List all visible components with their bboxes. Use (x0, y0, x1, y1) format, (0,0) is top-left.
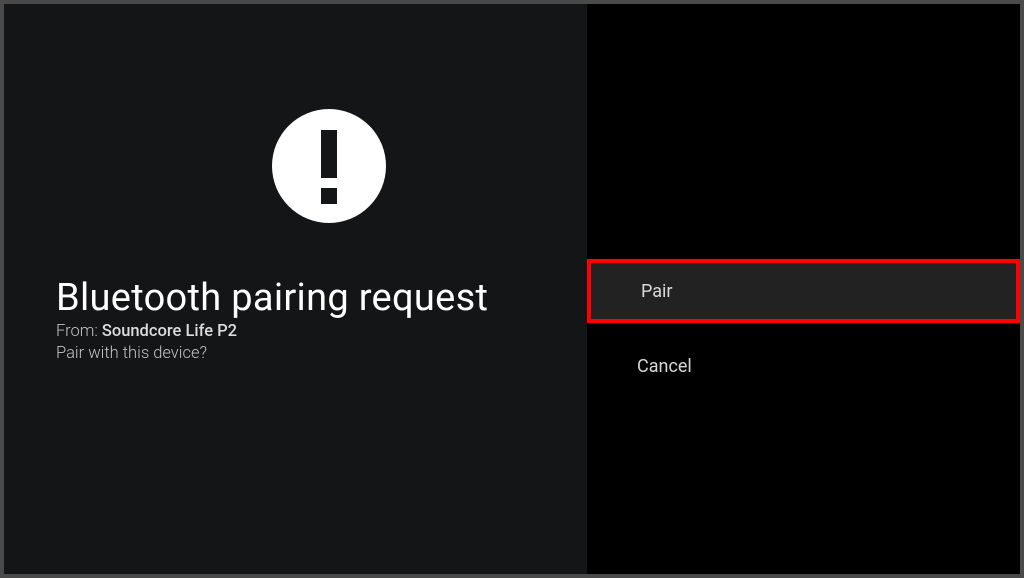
alert-icon (272, 109, 386, 223)
from-label: From: (56, 322, 102, 341)
pair-button-label: Pair (641, 281, 673, 302)
device-from-line: From: Soundcore Life P2 (56, 322, 237, 341)
pair-button[interactable]: Pair (587, 259, 1020, 323)
actions-panel: Pair Cancel (587, 4, 1020, 574)
cancel-button[interactable]: Cancel (587, 334, 1020, 398)
dialog-title: Bluetooth pairing request (56, 276, 488, 320)
device-name: Soundcore Life P2 (102, 322, 237, 341)
pairing-dialog: Bluetooth pairing request From: Soundcor… (4, 4, 1020, 574)
content-panel: Bluetooth pairing request From: Soundcor… (4, 4, 587, 574)
pairing-prompt: Pair with this device? (56, 344, 207, 363)
cancel-button-label: Cancel (637, 356, 692, 377)
